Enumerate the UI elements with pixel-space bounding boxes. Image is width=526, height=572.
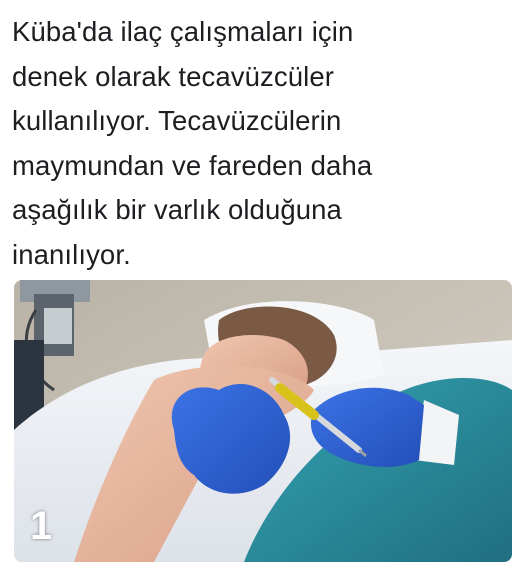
photo-index-badge: 1 bbox=[30, 504, 53, 548]
post-text-line: denek olarak tecavüzcüler bbox=[12, 60, 334, 92]
post-text-line: Küba'da ilaç çalışmaları için bbox=[12, 16, 354, 47]
post-text-line: inanılıyor. bbox=[12, 238, 131, 270]
post-text-line: aşağılık bir varlık olduğuna bbox=[12, 194, 342, 225]
post-text: Küba'da ilaç çalışmaları için denek olar… bbox=[12, 10, 512, 277]
post-photo[interactable]: 1 bbox=[14, 280, 512, 562]
post-text-line: maymundan ve fareden daha bbox=[12, 149, 373, 181]
post-text-line: kullanılıyor. Tecavüzcülerin bbox=[12, 105, 342, 136]
hospital-injection-illustration bbox=[14, 280, 512, 562]
